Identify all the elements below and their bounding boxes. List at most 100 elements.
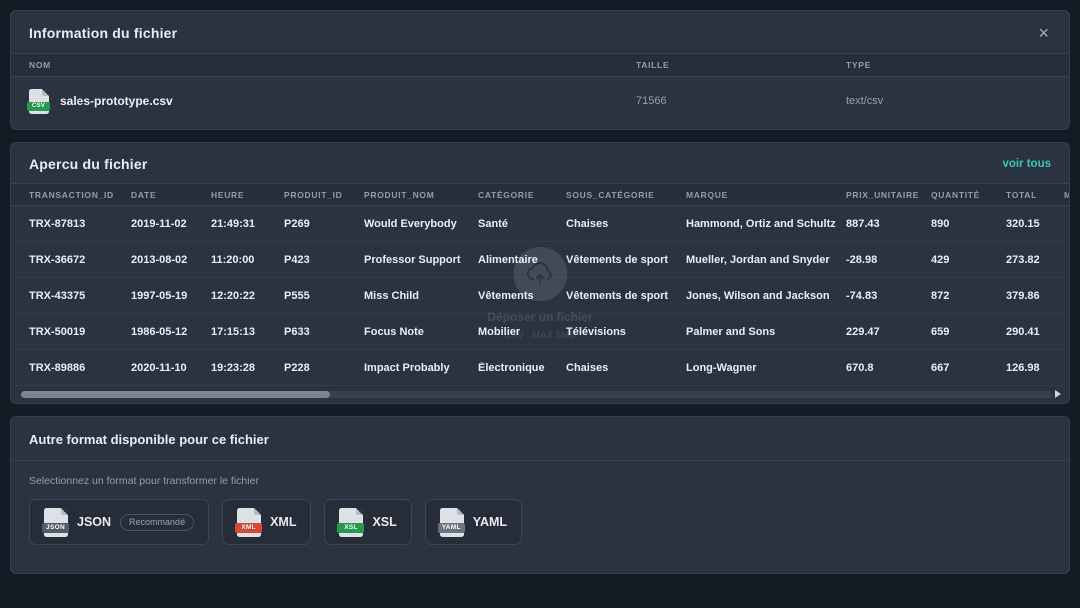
format-xml-button[interactable]: XML XML xyxy=(222,499,311,545)
table-cell: 659 xyxy=(931,326,1006,338)
table-cell: 273.82 xyxy=(1006,254,1064,266)
file-row: CSV sales-prototype.csv 71566 text/csv xyxy=(11,77,1069,125)
table-cell: Télévisions xyxy=(566,326,686,338)
table-cell: Palmer and Sons xyxy=(686,326,846,338)
table-cell: Impact Probably xyxy=(364,362,478,374)
table-cell: 379.86 xyxy=(1006,290,1064,302)
table-cell: TRX-50019 xyxy=(29,326,131,338)
format-json-button[interactable]: JSON JSON Recommandé xyxy=(29,499,209,545)
yaml-file-icon: YAML xyxy=(440,508,464,537)
format-label: XML xyxy=(270,515,296,529)
scrollbar-thumb[interactable] xyxy=(21,391,330,398)
horizontal-scrollbar xyxy=(21,390,1061,398)
table-cell: 12:20:22 xyxy=(211,290,284,302)
table-cell: Vêtements de sport xyxy=(566,290,686,302)
file-info-title: Information du fichier xyxy=(29,25,177,41)
column-header: PRODUIT_ID xyxy=(284,190,364,200)
file-name-cell: CSV sales-prototype.csv xyxy=(29,89,636,114)
file-info-column-headers: NOM TAILLE TYPE xyxy=(11,53,1069,77)
formats-subtitle: Selectionnez un format pour transformer … xyxy=(29,475,1051,487)
preview-column-headers: TRANSACTION_ID DATE HEURE PRODUIT_ID PRO… xyxy=(11,183,1069,206)
xml-file-icon: XML xyxy=(237,508,261,537)
column-header: TRANSACTION_ID xyxy=(29,190,131,200)
table-cell: 21:49:31 xyxy=(211,218,284,230)
format-options: JSON JSON Recommandé XML XML XSL XSL YA xyxy=(29,499,1051,545)
table-cell: 890 xyxy=(931,218,1006,230)
table-cell: Chaises xyxy=(566,218,686,230)
table-cell: 2020-11-10 xyxy=(131,362,211,374)
table-cell: 2013-08-02 xyxy=(131,254,211,266)
file-size: 71566 xyxy=(636,95,846,107)
scroll-right-arrow[interactable] xyxy=(1055,390,1061,398)
close-button[interactable]: × xyxy=(1036,24,1051,42)
yaml-icon-label: YAML xyxy=(438,523,465,533)
table-cell: Électronique xyxy=(478,362,566,374)
table-cell: P423 xyxy=(284,254,364,266)
column-header: M xyxy=(1064,190,1069,200)
table-cell: Vêtements de sport xyxy=(566,254,686,266)
table-cell: P269 xyxy=(284,218,364,230)
xml-icon-label: XML xyxy=(235,523,262,533)
table-cell: Vêtements xyxy=(478,290,566,302)
column-header: DATE xyxy=(131,190,211,200)
table-cell: 872 xyxy=(931,290,1006,302)
scrollbar-track[interactable] xyxy=(21,391,1052,398)
format-yaml-button[interactable]: YAML YAML xyxy=(425,499,522,545)
json-file-icon: JSON xyxy=(44,508,68,537)
table-row: TRX-50019 1986-05-12 17:15:13 P633 Focus… xyxy=(11,314,1069,350)
column-header: QUANTITÉ xyxy=(931,190,1006,200)
table-cell: 320.15 xyxy=(1006,218,1064,230)
csv-file-icon: CSV xyxy=(29,89,49,114)
table-cell: P633 xyxy=(284,326,364,338)
table-cell: 1986-05-12 xyxy=(131,326,211,338)
table-cell: Hammond, Ortiz and Schultz xyxy=(686,218,846,230)
table-cell: Focus Note xyxy=(364,326,478,338)
table-cell: Mobilier xyxy=(478,326,566,338)
table-row: TRX-36672 2013-08-02 11:20:00 P423 Profe… xyxy=(11,242,1069,278)
preview-table: TRANSACTION_ID DATE HEURE PRODUIT_ID PRO… xyxy=(11,183,1069,386)
table-cell: Mueller, Jordan and Snyder xyxy=(686,254,846,266)
table-row: TRX-89886 2020-11-10 19:23:28 P228 Impac… xyxy=(11,350,1069,386)
table-cell: 887.43 xyxy=(846,218,931,230)
format-xsl-button[interactable]: XSL XSL xyxy=(324,499,411,545)
csv-icon-label: CSV xyxy=(27,102,50,111)
table-cell: Would Everybody xyxy=(364,218,478,230)
table-cell: Professor Support xyxy=(364,254,478,266)
recommended-badge: Recommandé xyxy=(120,514,194,531)
column-header: SOUS_CATÉGORIE xyxy=(566,190,686,200)
column-header: MARQUE xyxy=(686,190,846,200)
column-header: NOM xyxy=(29,60,636,70)
table-cell: P228 xyxy=(284,362,364,374)
page: Information du fichier × NOM TAILLE TYPE… xyxy=(0,0,1080,608)
table-cell: -28.98 xyxy=(846,254,931,266)
table-cell: TRX-36672 xyxy=(29,254,131,266)
xsl-icon-label: XSL xyxy=(337,523,364,533)
formats-title: Autre format disponible pour ce fichier xyxy=(29,432,1051,447)
file-type: text/csv xyxy=(846,95,1069,107)
column-header: PRODUIT_NOM xyxy=(364,190,478,200)
format-label: JSON xyxy=(77,515,111,529)
table-cell: 19:23:28 xyxy=(211,362,284,374)
table-cell: 17:15:13 xyxy=(211,326,284,338)
table-cell: 126.98 xyxy=(1006,362,1064,374)
preview-title: Apercu du fichier xyxy=(29,156,148,172)
table-cell: Santé xyxy=(478,218,566,230)
table-cell: -74.83 xyxy=(846,290,931,302)
column-header: TYPE xyxy=(846,60,1069,70)
table-cell: Chaises xyxy=(566,362,686,374)
table-cell: 290.41 xyxy=(1006,326,1064,338)
file-name: sales-prototype.csv xyxy=(60,94,173,108)
column-header: TAILLE xyxy=(636,60,846,70)
see-all-link[interactable]: voir tous xyxy=(1002,158,1051,170)
column-header: PRIX_UNITAIRE xyxy=(846,190,931,200)
table-cell: Miss Child xyxy=(364,290,478,302)
table-cell: Jones, Wilson and Jackson xyxy=(686,290,846,302)
table-cell: Alimentaire xyxy=(478,254,566,266)
formats-header: Autre format disponible pour ce fichier xyxy=(11,417,1069,461)
file-info-header: Information du fichier × xyxy=(11,11,1069,53)
table-cell: 429 xyxy=(931,254,1006,266)
table-cell: 11:20:00 xyxy=(211,254,284,266)
preview-header: Apercu du fichier voir tous xyxy=(11,143,1069,183)
table-row: TRX-87813 2019-11-02 21:49:31 P269 Would… xyxy=(11,206,1069,242)
formats-panel: Autre format disponible pour ce fichier … xyxy=(10,416,1070,574)
